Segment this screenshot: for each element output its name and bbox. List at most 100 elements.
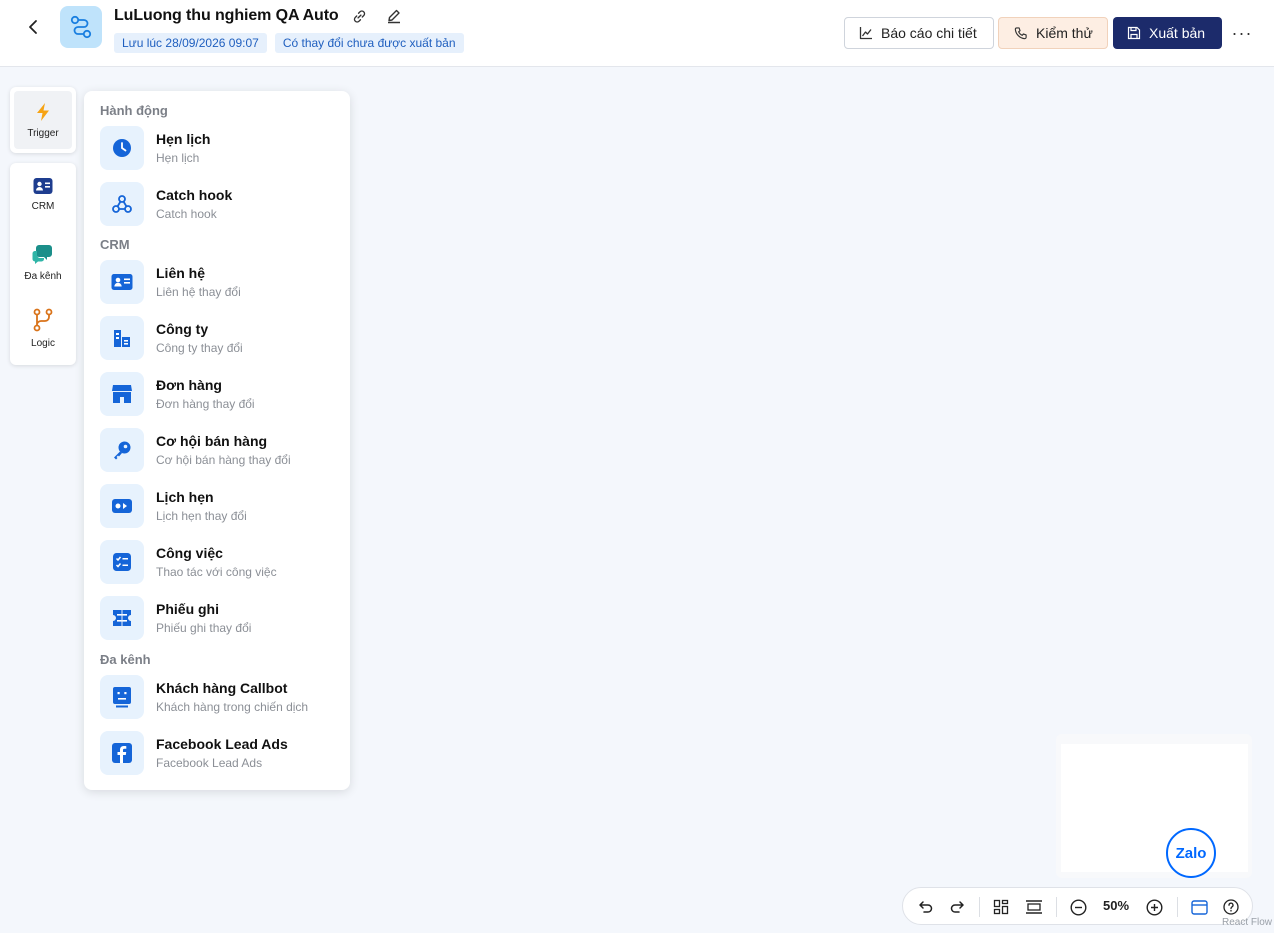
toolbar-divider <box>1056 897 1057 917</box>
item-title: Hẹn lịch <box>156 131 211 147</box>
canvas-toolbar: 50% <box>902 887 1253 925</box>
trigger-item-ticket[interactable]: Phiếu ghi Phiếu ghi thay đổi <box>100 594 336 642</box>
react-flow-attribution[interactable]: React Flow <box>1222 917 1272 928</box>
item-subtitle: Hẹn lịch <box>156 151 200 165</box>
item-subtitle: Phiếu ghi thay đổi <box>156 621 252 635</box>
layout-grid-icon <box>993 899 1009 915</box>
item-subtitle: Cơ hội bán hàng thay đổi <box>156 453 291 467</box>
zalo-label: Zalo <box>1175 844 1207 862</box>
flow-logo <box>60 6 102 48</box>
contact-card-icon <box>100 260 144 304</box>
auto-layout-button[interactable] <box>990 896 1012 918</box>
crm-card-icon <box>33 178 53 194</box>
rail-category-panel: CRM Đa kênh Logic <box>10 163 76 365</box>
phone-icon <box>1014 26 1027 39</box>
redo-icon <box>950 901 964 913</box>
lightning-icon <box>37 102 49 121</box>
trigger-item-task[interactable]: Công việc Thao tác với công việc <box>100 538 336 586</box>
ticket-icon <box>100 596 144 640</box>
zoom-out-icon <box>1069 898 1087 916</box>
chat-bubbles-icon <box>32 245 52 264</box>
undo-button[interactable] <box>915 896 937 918</box>
rail-label-trigger: Trigger <box>27 127 59 139</box>
align-button[interactable] <box>1023 896 1045 918</box>
test-button[interactable]: Kiểm thử <box>998 17 1108 49</box>
rail-item-crm[interactable]: CRM <box>10 177 76 212</box>
facebook-icon <box>100 731 144 775</box>
item-subtitle: Facebook Lead Ads <box>156 756 263 770</box>
chevron-left-icon <box>29 20 37 34</box>
zoom-out-button[interactable] <box>1067 896 1089 918</box>
rail-item-omnichannel[interactable]: Đa kênh <box>10 243 76 282</box>
item-title: Đơn hàng <box>156 377 222 393</box>
zoom-in-icon <box>1145 898 1163 916</box>
detailed-report-button[interactable]: Báo cáo chi tiết <box>844 17 994 49</box>
save-disk-icon <box>1127 26 1141 40</box>
rail-label-crm: CRM <box>31 201 55 212</box>
item-title: Catch hook <box>156 187 233 203</box>
item-title: Liên hệ <box>156 265 206 281</box>
item-subtitle: Đơn hàng thay đổi <box>156 397 255 411</box>
trigger-popover: Hành động Hẹn lịch Hẹn lịch Catch hook C… <box>84 91 350 790</box>
page-title: LuLuong thu nghiem QA Auto <box>114 7 339 24</box>
item-title: Lịch hẹn <box>156 489 214 505</box>
zoom-in-button[interactable] <box>1143 896 1165 918</box>
line-chart-icon <box>859 27 872 40</box>
minimap[interactable] <box>1056 734 1252 878</box>
branch-icon <box>33 308 53 332</box>
saved-time-badge: Lưu lúc 28/09/2026 09:07 <box>114 33 267 53</box>
trigger-item-company[interactable]: Công ty Công ty thay đổi <box>100 314 336 362</box>
rail-label-logic: Logic <box>31 338 55 349</box>
publish-label: Xuất bản <box>1149 25 1206 41</box>
align-center-icon <box>1026 900 1042 914</box>
minimap-canvas <box>1061 744 1248 872</box>
top-header: LuLuong thu nghiem QA Auto Lưu lúc 28/09… <box>0 0 1274 67</box>
more-options-button[interactable]: ··· <box>1230 17 1254 49</box>
webhook-icon <box>100 182 144 226</box>
bot-icon <box>100 675 144 719</box>
minimap-icon <box>1190 899 1208 915</box>
video-icon <box>100 484 144 528</box>
test-label: Kiểm thử <box>1036 25 1093 41</box>
help-icon <box>1223 899 1239 915</box>
trigger-item-contact[interactable]: Liên hệ Liên hệ thay đổi <box>100 258 336 306</box>
item-title: Công ty <box>156 321 209 337</box>
section-title-crm: CRM <box>100 237 130 252</box>
trigger-item-order[interactable]: Đơn hàng Đơn hàng thay đổi <box>100 370 336 418</box>
item-title: Cơ hội bán hàng <box>156 433 268 449</box>
rail-item-logic[interactable]: Logic <box>10 308 76 349</box>
publish-button[interactable]: Xuất bản <box>1113 17 1222 49</box>
help-button[interactable] <box>1220 896 1242 918</box>
trigger-item-callbot-customer[interactable]: Khách hàng Callbot Khách hàng trong chiế… <box>100 673 336 721</box>
link-icon[interactable] <box>351 7 369 25</box>
clock-icon <box>100 126 144 170</box>
rail-label-omnichannel: Đa kênh <box>24 271 62 282</box>
rail-trigger-panel: Trigger <box>10 87 76 153</box>
trigger-item-schedule[interactable]: Hẹn lịch Hẹn lịch <box>100 124 336 172</box>
trigger-item-opportunity[interactable]: Cơ hội bán hàng Cơ hội bán hàng thay đổi <box>100 426 336 474</box>
redo-button[interactable] <box>946 896 968 918</box>
section-title-omnichannel: Đa kênh <box>100 652 151 667</box>
company-icon <box>100 316 144 360</box>
task-list-icon <box>100 540 144 584</box>
section-title-actions: Hành động <box>100 103 168 118</box>
edit-pencil-icon[interactable] <box>385 7 403 25</box>
item-subtitle: Khách hàng trong chiến dịch <box>156 700 309 714</box>
trigger-item-catch-hook[interactable]: Catch hook Catch hook <box>100 180 336 228</box>
toolbar-divider <box>1177 897 1178 917</box>
zalo-chat-button[interactable]: Zalo <box>1166 828 1216 878</box>
item-title: Khách hàng Callbot <box>156 680 288 696</box>
minimap-toggle-button[interactable] <box>1188 896 1210 918</box>
item-subtitle: Lịch hẹn thay đổi <box>156 509 247 523</box>
item-subtitle: Catch hook <box>156 207 217 221</box>
trigger-item-appointment[interactable]: Lịch hẹn Lịch hẹn thay đổi <box>100 482 336 530</box>
trigger-item-facebook-lead-ads[interactable]: Facebook Lead Ads Facebook Lead Ads <box>100 729 336 777</box>
item-title: Facebook Lead Ads <box>156 736 288 752</box>
item-subtitle: Công ty thay đổi <box>156 341 243 355</box>
rail-item-trigger[interactable]: Trigger <box>14 91 72 149</box>
item-title: Phiếu ghi <box>156 601 219 617</box>
detailed-report-label: Báo cáo chi tiết <box>881 25 977 41</box>
key-icon <box>100 428 144 472</box>
store-icon <box>100 372 144 416</box>
back-button[interactable] <box>22 16 44 38</box>
